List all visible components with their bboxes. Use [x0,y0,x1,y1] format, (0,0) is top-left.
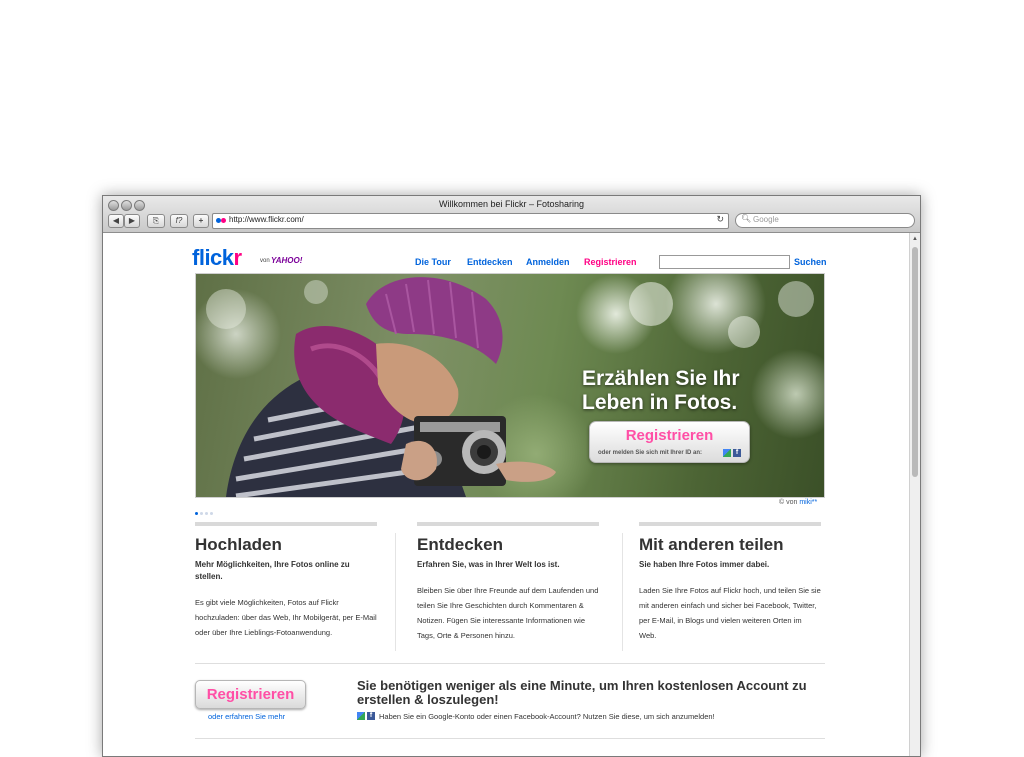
nav-entdecken[interactable]: Entdecken [467,257,513,267]
nav-anmelden[interactable]: Anmelden [526,257,570,267]
credit-author-link[interactable]: miki** [799,499,817,506]
address-bar[interactable]: http://www.flickr.com/ ↻ [212,213,729,229]
back-button[interactable]: ◀ [108,214,124,228]
column-divider [395,533,396,651]
flickr-logo[interactable]: flickr [192,245,242,271]
column-upload: Hochladen Mehr Möglichkeiten, Ihre Fotos… [195,522,377,640]
column-share: Mit anderen teilen Sie haben Ihre Fotos … [639,522,821,643]
section-divider [195,738,825,739]
browser-search-field[interactable]: 🔍︎ Google [735,213,915,228]
snapback-button[interactable]: f? [170,214,188,228]
column-title: Entdecken [417,535,503,554]
scroll-thumb[interactable] [912,247,918,477]
google-icon[interactable] [357,712,365,720]
hero-id-signin-text: oder melden Sie sich mit Ihrer ID an: [598,450,703,456]
nav-die-tour[interactable]: Die Tour [415,257,451,267]
window-title: Willkommen bei Flickr – Fotosharing [438,199,585,209]
slideshow-dots [195,502,215,520]
column-body: Es gibt viele Möglichkeiten, Fotos auf F… [195,598,377,637]
reload-icon[interactable]: ↻ [716,214,724,225]
photo-credit: © von miki** [779,499,817,506]
logo-von: von [260,258,270,264]
hero-banner: Erzählen Sie Ihr Leben in Fotos. Registr… [195,273,825,498]
signup-headline: Sie benötigen weniger als eine Minute, u… [357,678,807,707]
signup-note: Haben Sie ein Google-Konto oder einen Fa… [379,712,715,721]
credit-prefix: © von [779,499,798,506]
facebook-icon[interactable]: f [367,712,375,720]
learn-more-link[interactable]: oder erfahren Sie mehr [208,712,285,721]
forward-button[interactable]: ▶ [124,214,140,228]
column-rule [417,522,599,526]
signup-register-button[interactable]: Registrieren [195,680,306,709]
slide-dot[interactable] [205,512,208,515]
column-rule [195,522,377,526]
column-discover: Entdecken Erfahren Sie, was in Ihrer Wel… [417,522,599,643]
column-subtitle: Erfahren Sie, was in Ihrer Welt los ist. [417,560,560,569]
page-search-button[interactable]: Suchen [794,257,827,267]
hero-register-label: Registrieren [625,427,714,444]
vertical-scrollbar[interactable]: ▲ [909,233,920,756]
logo-flick: flick [192,245,234,270]
column-subtitle: Sie haben Ihre Fotos immer dabei. [639,560,770,569]
column-title: Mit anderen teilen [639,535,784,554]
hero-register-button[interactable]: Registrieren oder melden Sie sich mit Ih… [589,421,750,463]
google-icon[interactable] [723,449,731,457]
logo-r: r [233,245,243,270]
slide-dot[interactable] [195,512,198,515]
facebook-icon[interactable]: f [733,449,741,457]
column-rule [639,522,821,526]
column-title: Hochladen [195,535,282,554]
browser-toolbar: Willkommen bei Flickr – Fotosharing ◀ ▶ … [103,196,920,233]
slide-dot[interactable] [200,512,203,515]
scroll-up-icon[interactable]: ▲ [912,236,918,242]
browser-window: Willkommen bei Flickr – Fotosharing ◀ ▶ … [102,195,921,757]
web-page: flickr von YAHOO! Die Tour Entdecken Anm… [103,233,909,756]
column-subtitle: Mehr Möglichkeiten, Ihre Fotos online zu… [195,560,350,581]
browser-search-placeholder: Google [753,215,779,224]
hero-headline: Erzählen Sie Ihr Leben in Fotos. [582,367,740,414]
slide-dot[interactable] [210,512,213,515]
signup-register-label: Registrieren [206,686,295,703]
column-body: Laden Sie Ihre Fotos auf Flickr hoch, un… [639,586,821,640]
page-search-input[interactable] [659,255,790,269]
bookmark-icon[interactable]: ⎘ [147,214,165,228]
section-divider [195,663,825,664]
flickr-favicon-icon [216,218,227,224]
nav-registrieren[interactable]: Registrieren [584,257,637,267]
search-icon: 🔍︎ [741,214,752,223]
add-bookmark-button[interactable]: + [193,214,209,228]
yahoo-logo: YAHOO! [271,256,303,265]
url-text[interactable]: http://www.flickr.com/ [229,215,304,224]
column-divider [622,533,623,651]
column-body: Bleiben Sie über Ihre Freunde auf dem La… [417,586,599,640]
